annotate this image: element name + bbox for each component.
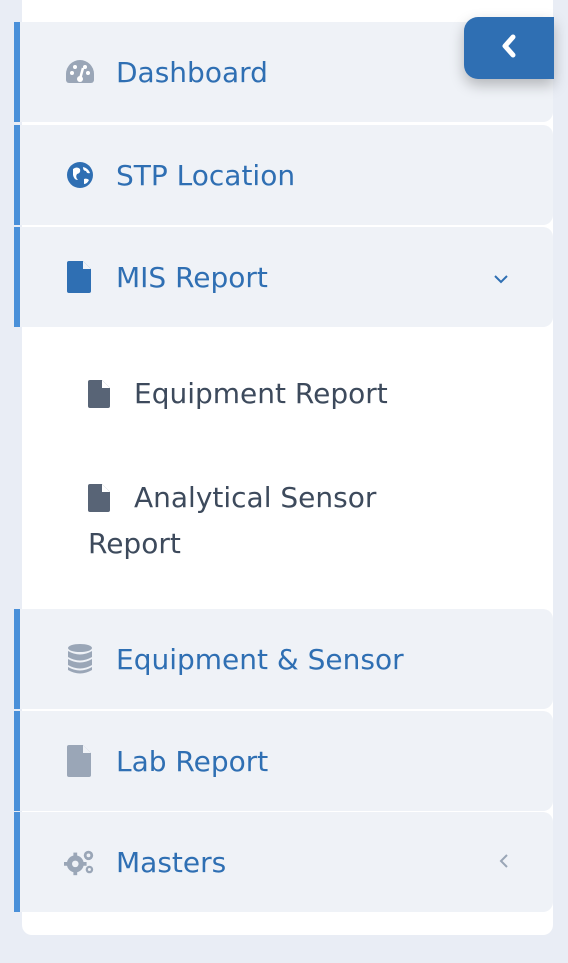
sidebar-item-label: MIS Report bbox=[116, 260, 268, 294]
chevron-left-icon bbox=[500, 34, 518, 62]
sidebar-item-label: Dashboard bbox=[116, 55, 268, 89]
file-icon bbox=[64, 261, 96, 293]
sidebar-item-mis-report[interactable]: MIS Report bbox=[14, 227, 553, 327]
dashboard-gauge-icon bbox=[64, 56, 96, 88]
sidebar-item-masters[interactable]: Masters bbox=[14, 812, 553, 912]
sidebar-collapse-button[interactable] bbox=[464, 17, 554, 79]
globe-icon bbox=[64, 159, 96, 191]
chevron-down-icon bbox=[493, 265, 509, 290]
submenu-item-label-line2: Report bbox=[88, 527, 181, 560]
sidebar-item-label: Masters bbox=[116, 845, 227, 879]
file-icon bbox=[88, 483, 110, 523]
sidebar-item-label: STP Location bbox=[116, 158, 296, 192]
sidebar-item-label: Equipment & Sensor bbox=[116, 642, 404, 676]
cogs-icon bbox=[64, 846, 96, 878]
chevron-left-icon bbox=[499, 850, 509, 875]
sidebar-item-label: Lab Report bbox=[116, 744, 269, 778]
submenu-item-label: Equipment Report bbox=[134, 377, 388, 410]
file-icon bbox=[88, 379, 110, 419]
sidebar-item-lab-report[interactable]: Lab Report bbox=[14, 711, 553, 811]
sidebar-item-equipment-sensor[interactable]: Equipment & Sensor bbox=[14, 609, 553, 709]
sidebar-item-stp-location[interactable]: STP Location bbox=[14, 125, 553, 225]
file-icon bbox=[64, 745, 96, 777]
submenu-item-label-line1: Analytical Sensor bbox=[134, 481, 377, 514]
database-icon bbox=[64, 643, 96, 675]
